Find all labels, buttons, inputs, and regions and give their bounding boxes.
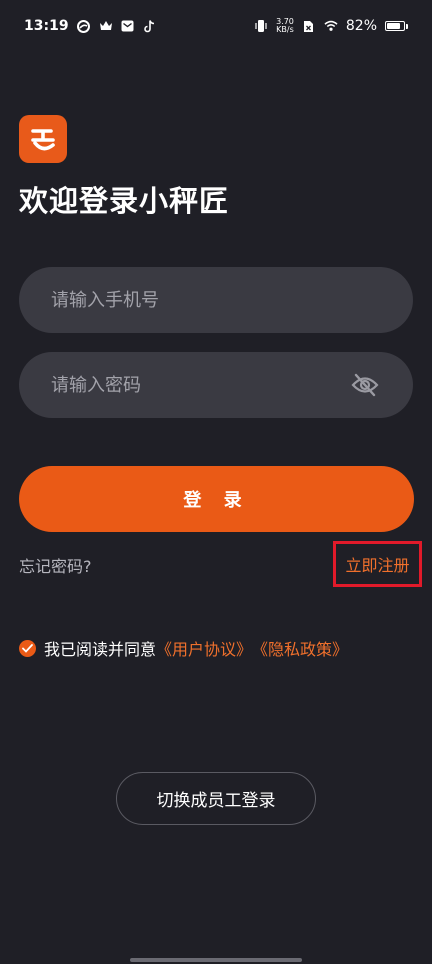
status-time: 13:19 (24, 18, 69, 34)
status-bar: 13:19 3.70 KB/s 82% (0, 0, 432, 52)
agreement-text: 我已阅读并同意 (44, 640, 157, 659)
app-logo (19, 115, 67, 163)
check-icon (22, 643, 33, 653)
status-bar-right: 3.70 KB/s 82% (254, 18, 408, 34)
switch-employee-login-button[interactable]: 切换成员工登录 (116, 772, 316, 825)
vibrate-icon (254, 19, 268, 33)
logo-mark-icon (31, 129, 55, 151)
password-field[interactable] (19, 352, 413, 418)
forgot-password-link[interactable]: 忘记密码? (19, 553, 92, 577)
login-button[interactable]: 登 录 (19, 466, 414, 532)
sim-off-icon (302, 19, 316, 33)
battery-icon (385, 21, 408, 31)
status-bar-left: 13:19 (24, 18, 157, 34)
network-speed-unit: KB/s (276, 25, 294, 34)
crown-icon (99, 19, 113, 33)
wifi-icon (324, 19, 338, 33)
network-speed: 3.70 KB/s (276, 18, 294, 34)
battery-percent: 82% (345, 18, 377, 34)
register-link[interactable]: 立即注册 (333, 541, 422, 587)
agreement-checkbox[interactable] (19, 639, 36, 657)
swirl-icon (77, 19, 91, 33)
eye-off-icon[interactable] (351, 371, 379, 399)
home-indicator[interactable] (130, 958, 302, 962)
user-agreement-link[interactable]: 《用户协议》 (156, 636, 252, 660)
page-title: 欢迎登录小秤匠 (19, 184, 230, 218)
phone-input[interactable] (49, 288, 383, 312)
privacy-policy-link[interactable]: 《隐私政策》 (252, 636, 348, 660)
mail-icon (121, 19, 135, 33)
register-label: 立即注册 (345, 556, 410, 575)
agreement-row: 我已阅读并同意 《用户协议》 《隐私政策》 (19, 636, 348, 660)
password-input[interactable] (49, 373, 351, 397)
tiktok-icon (143, 19, 157, 33)
phone-field[interactable] (19, 267, 413, 333)
